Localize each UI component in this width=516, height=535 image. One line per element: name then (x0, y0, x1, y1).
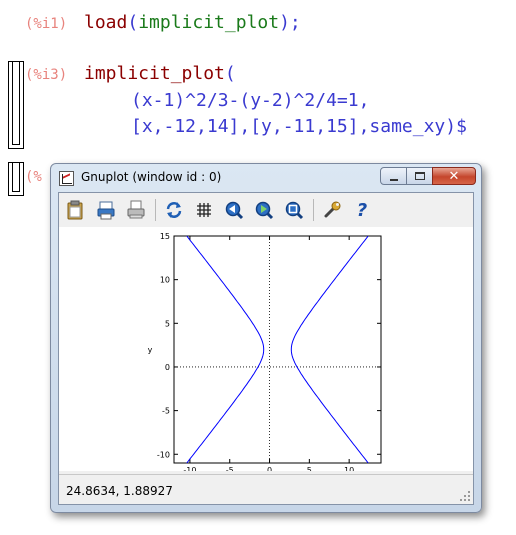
y-tick-label: 15 (160, 232, 170, 241)
refresh-icon (166, 202, 182, 218)
grid-icon (197, 203, 211, 217)
gnuplot-app-icon (59, 171, 74, 186)
plot-border (173, 235, 382, 464)
help-icon: ? (356, 199, 368, 221)
replot-button[interactable] (163, 199, 185, 221)
curve-left-branch (186, 235, 265, 464)
toolbar: ? (59, 193, 473, 227)
resize-grip-icon[interactable] (459, 490, 471, 502)
input-label: (% (25, 169, 42, 185)
zoom-autoscale-icon (285, 201, 304, 220)
gnuplot-window[interactable]: Gnuplot (window id : 0) ✕ ? -10 -5 0 5 1… (50, 163, 482, 513)
window-controls: ✕ (380, 167, 476, 186)
x-tick-label: 10 (344, 466, 354, 471)
print-setup-button[interactable] (125, 199, 147, 221)
y-tick-label: 0 (165, 363, 170, 372)
toolbar-separator (313, 199, 314, 221)
input-label: (%i3) (25, 67, 68, 83)
y-tick-label: 10 (160, 276, 170, 285)
close-icon: ✕ (448, 169, 460, 184)
paren-open: ( (224, 63, 236, 84)
bracket-fold (12, 62, 20, 145)
zoom-next-icon (255, 201, 274, 220)
plot-area[interactable]: -10-50510-10-5051015xy (59, 227, 473, 491)
title-bar[interactable]: Gnuplot (window id : 0) ✕ (51, 164, 481, 192)
y-tick-label: 5 (165, 319, 170, 328)
paren-open: ( (127, 12, 139, 33)
cell-code[interactable]: load(implicit_plot); (84, 10, 301, 36)
wrench-icon (324, 201, 341, 218)
cell-code-line-1[interactable]: implicit_plot( (84, 61, 236, 87)
x-tick-label: -5 (226, 466, 234, 471)
curve-group (186, 235, 369, 464)
y-tick-label: -5 (162, 407, 170, 416)
toolbar-separator (155, 199, 156, 221)
close-button[interactable]: ✕ (432, 167, 476, 185)
x-tick-label: 0 (267, 466, 272, 471)
window-client: ? -10-50510-10-5051015xy 24.8634, 1.8892… (58, 192, 474, 505)
next-zoom-button[interactable] (253, 199, 275, 221)
input-label: (%i1) (25, 16, 68, 32)
printer-icon (97, 201, 115, 220)
curve-right-branch (290, 235, 369, 464)
maximize-icon (415, 172, 425, 180)
x-tick-label: 5 (307, 466, 312, 471)
y-axis-label: y (148, 346, 153, 355)
paren-close: ); (279, 12, 301, 33)
clipboard-icon (67, 200, 83, 220)
minimize-icon (390, 179, 398, 181)
minimize-button[interactable] (380, 167, 407, 185)
window-title: Gnuplot (window id : 0) (81, 170, 222, 184)
bracket-fold (12, 163, 20, 192)
help-button[interactable]: ? (351, 199, 373, 221)
cell-bracket[interactable] (8, 162, 24, 196)
mouse-coordinates: 24.8634, 1.88927 (66, 484, 173, 498)
cell-code-line-2[interactable]: (x-1)^2/3-(y-2)^2/4=1, (131, 88, 369, 114)
function-name: implicit_plot (84, 63, 225, 84)
cell-bracket[interactable] (8, 61, 24, 149)
previous-zoom-button[interactable] (223, 199, 245, 221)
function-name: load (84, 12, 128, 33)
argument: implicit_plot (138, 12, 280, 33)
cell-code-line-3[interactable]: [x,-12,14],[y,-11,15],same_xy)$ (131, 114, 467, 140)
autoscale-button[interactable] (283, 199, 305, 221)
maximize-button[interactable] (406, 167, 433, 185)
x-tick-label: -10 (183, 466, 196, 471)
page-setup-icon (127, 200, 145, 219)
options-button[interactable] (321, 199, 343, 221)
y-tick-label: -10 (157, 450, 170, 459)
copy-to-clipboard-button[interactable] (64, 199, 86, 221)
status-bar: 24.8634, 1.88927 (59, 474, 473, 504)
implicit-plot[interactable]: -10-50510-10-5051015xy (59, 227, 473, 491)
toggle-grid-button[interactable] (193, 199, 215, 221)
zoom-previous-icon (225, 201, 244, 220)
print-button[interactable] (95, 199, 117, 221)
